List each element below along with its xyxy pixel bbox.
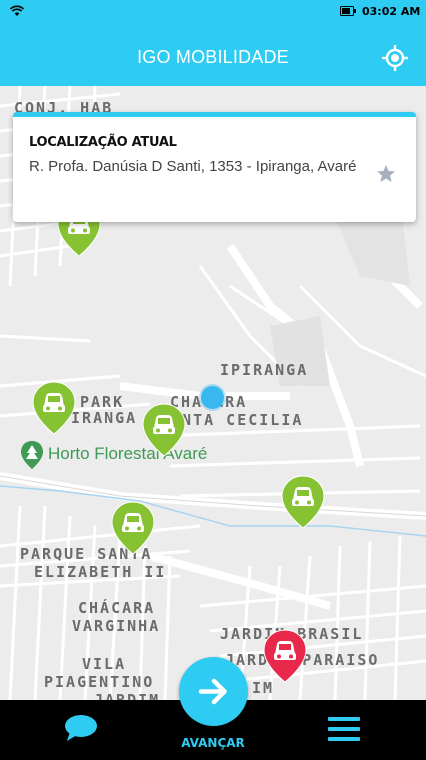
car-marker[interactable]: [110, 500, 156, 556]
map-label: CHÁCARA: [78, 599, 156, 617]
advance-label: AVANÇAR: [181, 736, 245, 750]
menu-icon[interactable]: [328, 715, 360, 743]
current-location-address: R. Profa. Danúsia D Santi, 1353 - Ipiran…: [29, 158, 357, 175]
map-label: IPIRANGA: [220, 361, 309, 379]
map-label: ELIZABETH II: [34, 563, 167, 581]
tree-icon: [21, 441, 43, 469]
car-marker[interactable]: [280, 474, 326, 530]
map-label: JARDIM: [94, 691, 161, 701]
car-marker[interactable]: [31, 380, 77, 436]
battery-icon: [340, 6, 356, 16]
map-label: VILA: [82, 655, 127, 673]
status-bar: 03:02 AM: [0, 0, 426, 24]
map-label: VARGINHA: [72, 617, 161, 635]
wifi-icon: [10, 5, 24, 16]
locate-icon[interactable]: [381, 44, 409, 72]
app-bar: IGO MOBILIDADE: [0, 24, 426, 86]
map-label: PIAGENTINO: [44, 673, 155, 691]
current-location-label: LOCALIZAÇÃO ATUAL: [29, 135, 177, 150]
current-location-card[interactable]: LOCALIZAÇÃO ATUAL R. Profa. Danúsia D Sa…: [13, 112, 416, 222]
car-marker-selected[interactable]: [262, 628, 308, 684]
star-icon[interactable]: [376, 164, 396, 184]
arrow-right-icon: [198, 678, 227, 705]
page-title: IGO MOBILIDADE: [137, 47, 289, 67]
status-time: 03:02 AM: [362, 5, 421, 18]
current-location-dot: [201, 386, 224, 409]
chat-icon[interactable]: [64, 714, 98, 742]
advance-button[interactable]: [179, 657, 248, 726]
car-marker[interactable]: [141, 402, 187, 458]
